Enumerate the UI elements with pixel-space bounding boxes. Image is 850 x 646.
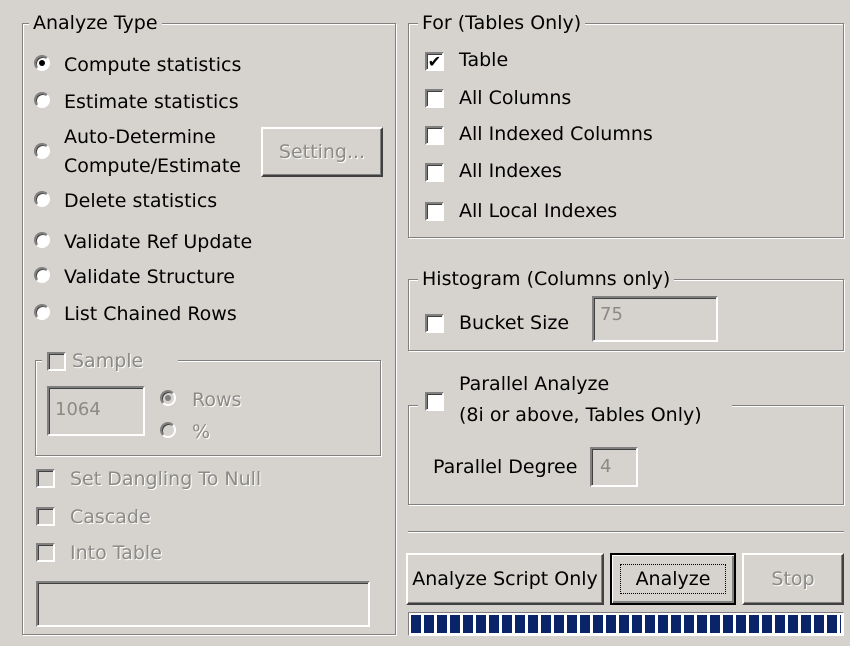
divider xyxy=(408,531,844,533)
estimate-statistics-radio[interactable] xyxy=(34,92,50,108)
validate-structure-radio[interactable] xyxy=(34,267,50,283)
checkmark-icon: ✔ xyxy=(427,52,442,71)
validate-ref-update-radio[interactable] xyxy=(34,232,50,248)
set-dangling-label[interactable]: Set Dangling To Null xyxy=(70,467,261,491)
into-table-label[interactable]: Into Table xyxy=(70,541,162,565)
parallel-analyze-label-line2[interactable]: (8i or above, Tables Only) xyxy=(459,403,702,427)
validate-structure-label[interactable]: Validate Structure xyxy=(64,265,235,289)
validate-ref-update-label[interactable]: Validate Ref Update xyxy=(64,230,252,254)
list-chained-rows-label[interactable]: List Chained Rows xyxy=(64,302,237,326)
radio-dot-icon xyxy=(165,395,171,401)
auto-determine-label-line1[interactable]: Auto-Determine xyxy=(64,125,216,149)
table-label[interactable]: Table xyxy=(459,48,508,72)
bucket-size-checkbox[interactable] xyxy=(425,314,444,333)
all-columns-checkbox[interactable] xyxy=(425,89,444,108)
radio-dot-icon xyxy=(39,60,45,66)
table-checkbox[interactable]: ✔ xyxy=(425,52,444,71)
setting-button[interactable]: Setting... xyxy=(261,127,383,177)
sample-percent-label[interactable]: % xyxy=(192,420,210,444)
all-indexes-checkbox[interactable] xyxy=(425,163,444,182)
auto-determine-label-line2[interactable]: Compute/Estimate xyxy=(64,154,241,178)
sample-size-input[interactable]: 1064 xyxy=(47,386,145,436)
compute-statistics-radio[interactable] xyxy=(34,55,50,71)
sample-checkbox[interactable] xyxy=(47,352,66,371)
parallel-analyze-checkbox[interactable] xyxy=(425,392,444,411)
set-dangling-checkbox[interactable] xyxy=(36,469,55,488)
stop-button[interactable]: Stop xyxy=(742,553,844,605)
for-tables-legend: For (Tables Only) xyxy=(418,12,586,34)
sample-rows-radio[interactable] xyxy=(160,390,176,406)
all-indexes-label[interactable]: All Indexes xyxy=(459,159,562,183)
sample-rows-label[interactable]: Rows xyxy=(192,388,241,412)
compute-statistics-label[interactable]: Compute statistics xyxy=(64,53,241,77)
histogram-legend: Histogram (Columns only) xyxy=(418,268,675,290)
parallel-degree-input[interactable]: 4 xyxy=(590,447,638,487)
delete-statistics-label[interactable]: Delete statistics xyxy=(64,189,217,213)
progress-fill xyxy=(411,615,841,633)
delete-statistics-radio[interactable] xyxy=(34,191,50,207)
cascade-checkbox[interactable] xyxy=(36,507,55,526)
all-local-indexes-label[interactable]: All Local Indexes xyxy=(459,199,617,223)
all-indexed-columns-checkbox[interactable] xyxy=(425,126,444,145)
bucket-size-label[interactable]: Bucket Size xyxy=(459,311,569,335)
analyze-script-only-button[interactable]: Analyze Script Only xyxy=(406,553,604,605)
all-local-indexes-checkbox[interactable] xyxy=(425,202,444,221)
estimate-statistics-label[interactable]: Estimate statistics xyxy=(64,90,239,114)
analyze-type-legend: Analyze Type xyxy=(29,12,162,34)
bucket-size-input[interactable]: 75 xyxy=(592,296,718,342)
parallel-degree-label: Parallel Degree xyxy=(433,456,578,478)
auto-determine-radio[interactable] xyxy=(34,143,50,159)
into-table-checkbox[interactable] xyxy=(36,543,55,562)
into-table-input[interactable] xyxy=(36,581,370,627)
list-chained-rows-radio[interactable] xyxy=(34,304,50,320)
progress-bar xyxy=(408,612,844,636)
analyze-button[interactable]: Analyze xyxy=(610,553,736,605)
all-indexed-columns-label[interactable]: All Indexed Columns xyxy=(459,122,653,146)
sample-percent-radio[interactable] xyxy=(160,422,176,438)
parallel-analyze-label-line1[interactable]: Parallel Analyze xyxy=(459,372,609,396)
cascade-label[interactable]: Cascade xyxy=(70,505,151,529)
all-columns-label[interactable]: All Columns xyxy=(459,86,571,110)
sample-label[interactable]: Sample xyxy=(72,349,143,373)
